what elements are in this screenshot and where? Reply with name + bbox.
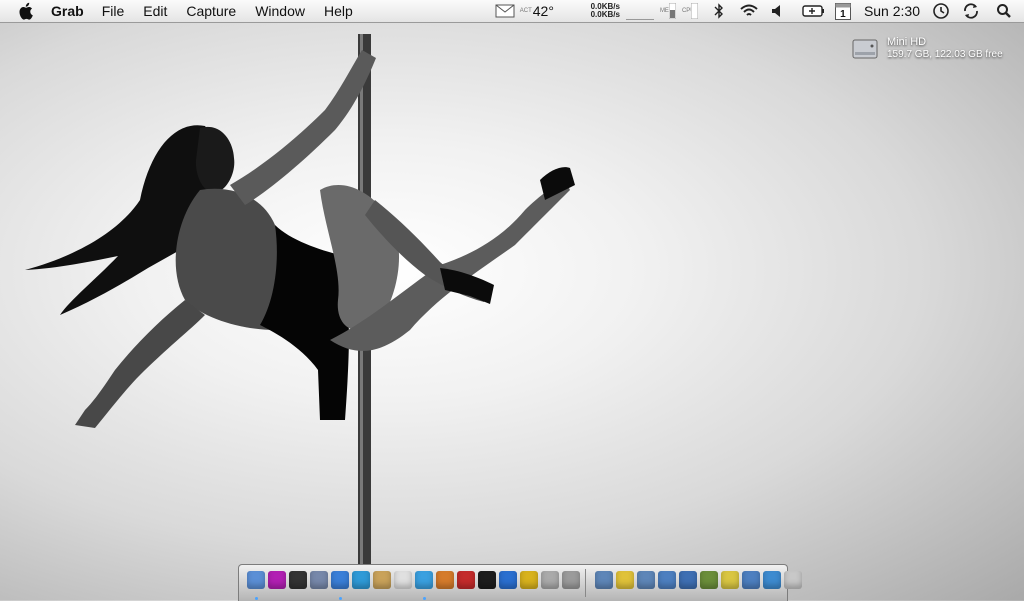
- dashboard-icon[interactable]: [289, 571, 307, 589]
- app-icon[interactable]: [268, 571, 286, 589]
- mail-icon[interactable]: [310, 571, 328, 589]
- app-menu-grab[interactable]: Grab: [51, 0, 84, 22]
- downloads-icon[interactable]: [763, 571, 781, 589]
- status-area: ACT 42° 0.0KB/s 0.0KB/s MEM CPU 1 Sun 2:…: [494, 0, 1024, 22]
- cpu-meter-icon[interactable]: [690, 3, 698, 19]
- calendar-day: 1: [840, 8, 846, 20]
- desktop-drive[interactable]: Mini HD 159.7 GB, 122.03 GB free: [850, 34, 1020, 64]
- time-machine-icon[interactable]: [932, 2, 950, 20]
- folder-icon[interactable]: [658, 571, 676, 589]
- calendar-icon[interactable]: 1: [834, 2, 852, 20]
- ical-icon[interactable]: [394, 571, 412, 589]
- spotlight-search-icon[interactable]: [996, 3, 1012, 19]
- finder-icon[interactable]: [247, 571, 265, 589]
- clock[interactable]: Sun 2:30: [864, 3, 920, 19]
- ichat-icon[interactable]: [352, 571, 370, 589]
- safari-icon[interactable]: [331, 571, 349, 589]
- trash-icon[interactable]: [784, 571, 802, 589]
- mail-icon[interactable]: [494, 4, 516, 18]
- menu-capture[interactable]: Capture: [186, 0, 236, 22]
- address-book-icon[interactable]: [373, 571, 391, 589]
- wallpaper: [25, 34, 575, 600]
- folder-icon[interactable]: [595, 571, 613, 589]
- net-down-speed: 0.0KB/s: [590, 10, 620, 19]
- network-speed[interactable]: 0.0KB/s 0.0KB/s: [578, 3, 620, 19]
- folder-icon[interactable]: [700, 571, 718, 589]
- dock: [238, 564, 802, 601]
- photo-booth-icon[interactable]: [457, 571, 475, 589]
- menu-file[interactable]: File: [102, 0, 125, 22]
- iphoto-icon[interactable]: [436, 571, 454, 589]
- photoshop-icon[interactable]: [499, 571, 517, 589]
- arm-up: [230, 50, 376, 205]
- head: [195, 126, 235, 193]
- network-graph: [625, 3, 654, 20]
- menu-bar: Grab File Edit Capture Window Help ACT 4…: [0, 0, 1024, 23]
- folder-icon[interactable]: [616, 571, 634, 589]
- bluetooth-icon[interactable]: [710, 3, 728, 19]
- preview-icon[interactable]: [541, 571, 559, 589]
- volume-icon[interactable]: [770, 4, 784, 18]
- stickies-icon[interactable]: [562, 571, 580, 589]
- magnet-icon[interactable]: [520, 571, 538, 589]
- temperature-readout[interactable]: 42°: [533, 3, 554, 19]
- folder-icon[interactable]: [637, 571, 655, 589]
- folder-icon[interactable]: [721, 571, 739, 589]
- drive-capacity: 159.7 GB, 122.03 GB free: [887, 49, 1003, 60]
- folder-icon[interactable]: [679, 571, 697, 589]
- dock-separator: [585, 569, 586, 597]
- cpu-label: CPU: [681, 8, 695, 14]
- memory-label: MEM: [659, 8, 674, 14]
- aperture-icon[interactable]: [478, 571, 496, 589]
- memory-meter-icon[interactable]: [668, 3, 676, 19]
- apple-menu-icon[interactable]: [19, 2, 35, 20]
- wifi-icon[interactable]: [738, 3, 760, 19]
- hard-drive-icon: [852, 39, 878, 59]
- menu-help[interactable]: Help: [324, 0, 353, 22]
- menu-window[interactable]: Window: [255, 0, 305, 22]
- disk-activity-label: ACT: [519, 8, 532, 14]
- arm-down: [75, 300, 205, 428]
- itunes-icon[interactable]: [415, 571, 433, 589]
- drive-name: Mini HD: [887, 36, 927, 48]
- sync-icon[interactable]: [962, 2, 980, 20]
- folder-icon[interactable]: [742, 571, 760, 589]
- battery-icon[interactable]: [802, 4, 826, 18]
- menu-edit[interactable]: Edit: [143, 0, 167, 22]
